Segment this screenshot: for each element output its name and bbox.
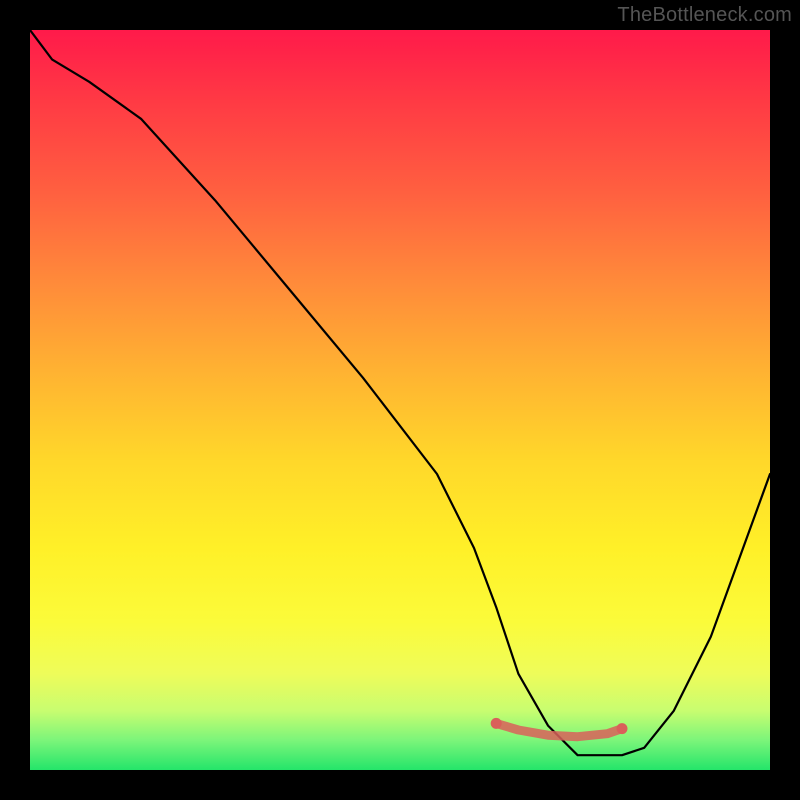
marker-dot: [491, 718, 502, 729]
marker-dot: [617, 723, 628, 734]
bottleneck-curve: [30, 30, 770, 755]
chart-svg: [30, 30, 770, 770]
attribution-label: TheBottleneck.com: [617, 4, 792, 27]
optimal-region-marker: [496, 723, 622, 736]
plot-area: [30, 30, 770, 770]
chart-container: TheBottleneck.com: [0, 0, 800, 800]
